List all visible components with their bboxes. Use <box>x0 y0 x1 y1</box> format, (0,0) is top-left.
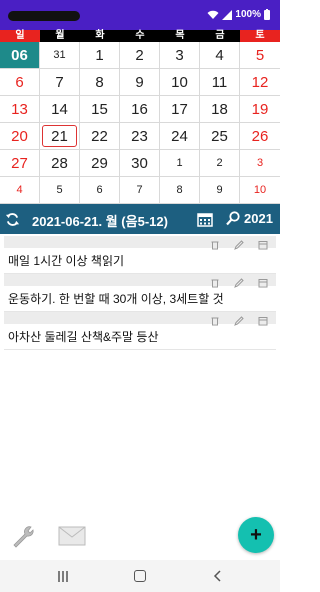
list-item[interactable]: 아차산 둘레길 산책&주말 등산 <box>4 312 276 350</box>
trash-icon[interactable] <box>210 237 220 250</box>
list-item[interactable]: 운동하기. 한 번할 때 30개 이상, 3세트할 것 <box>4 274 276 312</box>
calendar-day[interactable]: 1 <box>80 42 120 69</box>
pencil-icon[interactable] <box>234 313 244 326</box>
calendar-icon[interactable] <box>197 212 213 227</box>
status-redacted-area <box>8 11 80 21</box>
calendar-day[interactable]: 11 <box>200 69 240 96</box>
calendar-day[interactable]: 22 <box>80 123 120 150</box>
status-icons: 100% <box>207 9 270 20</box>
pencil-icon[interactable] <box>234 237 244 250</box>
calendar-day[interactable]: 10 <box>240 177 280 204</box>
calendar-day[interactable]: 30 <box>120 150 160 177</box>
battery-percent: 100% <box>235 9 261 20</box>
calendar-day[interactable]: 15 <box>80 96 120 123</box>
calendar-day[interactable]: 14 <box>40 96 80 123</box>
calendar-day[interactable]: 16 <box>120 96 160 123</box>
calendar-small-icon[interactable] <box>258 237 268 250</box>
battery-icon <box>264 9 270 20</box>
calendar-day[interactable]: 7 <box>40 69 80 96</box>
note-toolbar <box>4 312 276 326</box>
calendar-day[interactable]: 13 <box>0 96 40 123</box>
calendar-day[interactable]: 9 <box>120 69 160 96</box>
year-label[interactable]: 2021 <box>244 211 273 226</box>
calendar-small-icon[interactable] <box>258 313 268 326</box>
month-label[interactable]: 06 <box>0 42 40 69</box>
selected-date-title[interactable]: 2021-06-21. 월 (음5-12) <box>32 211 168 230</box>
calendar-day[interactable]: 29 <box>80 150 120 177</box>
system-nav-bar <box>0 560 280 592</box>
calendar-day[interactable]: 4 <box>0 177 40 204</box>
notes-list: 매일 1시간 이상 책읽기 운동하기. 한 번할 때 30개 이상, 3세트할 … <box>0 236 280 350</box>
weekday-tue: 화 <box>95 30 105 41</box>
pencil-icon[interactable] <box>234 275 244 288</box>
status-bar: 100% <box>0 0 280 30</box>
calendar-day[interactable]: 7 <box>120 177 160 204</box>
calendar-day[interactable]: 19 <box>240 96 280 123</box>
calendar-day[interactable]: 24 <box>160 123 200 150</box>
calendar-day[interactable]: 10 <box>160 69 200 96</box>
trash-icon[interactable] <box>210 313 220 326</box>
calendar-day[interactable]: 17 <box>160 96 200 123</box>
calendar-day[interactable]: 25 <box>200 123 240 150</box>
calendar-day[interactable]: 2 <box>200 150 240 177</box>
calendar-day[interactable]: 12 <box>240 69 280 96</box>
wifi-icon <box>207 10 219 19</box>
note-text[interactable]: 운동하기. 한 번할 때 30개 이상, 3세트할 것 <box>4 286 276 312</box>
note-text[interactable]: 아차산 둘레길 산책&주말 등산 <box>4 324 276 350</box>
weekday-wed: 수 <box>135 30 145 41</box>
calendar-day[interactable]: 23 <box>120 123 160 150</box>
weekday-sun: 일 <box>0 30 40 42</box>
weekday-mon: 월 <box>55 30 65 41</box>
calendar-day[interactable]: 9 <box>200 177 240 204</box>
date-bar: 2021-06-21. 월 (음5-12) 2021 <box>0 204 280 234</box>
calendar-day[interactable]: 3 <box>160 42 200 69</box>
calendar-small-icon[interactable] <box>258 275 268 288</box>
calendar-day[interactable]: 28 <box>40 150 80 177</box>
calendar-day[interactable]: 18 <box>200 96 240 123</box>
back-icon[interactable] <box>213 570 221 582</box>
calendar-day-today[interactable]: 21 <box>40 123 80 150</box>
calendar-grid: 06 31 1 2 3 4 5 6 7 8 9 10 11 12 13 14 1… <box>0 42 280 204</box>
weekday-thu: 목 <box>175 30 185 41</box>
refresh-icon[interactable] <box>5 212 20 227</box>
calendar-day[interactable]: 27 <box>0 150 40 177</box>
trash-icon[interactable] <box>210 275 220 288</box>
weekday-sat: 토 <box>240 30 280 42</box>
calendar-day[interactable]: 6 <box>80 177 120 204</box>
note-text[interactable]: 매일 1시간 이상 책읽기 <box>4 248 276 274</box>
calendar-day[interactable]: 8 <box>80 69 120 96</box>
mail-icon[interactable] <box>58 526 86 546</box>
calendar-day[interactable]: 31 <box>40 42 80 69</box>
note-toolbar <box>4 236 276 250</box>
calendar-day[interactable]: 6 <box>0 69 40 96</box>
calendar-day[interactable]: 5 <box>240 42 280 69</box>
calendar-day[interactable]: 8 <box>160 177 200 204</box>
add-button[interactable]: + <box>238 517 274 553</box>
wrench-icon[interactable] <box>10 524 36 548</box>
recent-apps-icon[interactable] <box>58 571 68 582</box>
calendar-day[interactable]: 3 <box>240 150 280 177</box>
weekday-fri: 금 <box>215 30 225 41</box>
calendar-day[interactable]: 4 <box>200 42 240 69</box>
home-icon[interactable] <box>134 570 146 582</box>
signal-icon <box>222 9 233 20</box>
calendar-day[interactable]: 20 <box>0 123 40 150</box>
calendar-day[interactable]: 5 <box>40 177 80 204</box>
calendar-day[interactable]: 26 <box>240 123 280 150</box>
calendar-day[interactable]: 1 <box>160 150 200 177</box>
weekday-header: 일 월 화 수 목 금 토 <box>0 30 280 42</box>
search-icon[interactable] <box>226 211 240 226</box>
list-item[interactable]: 매일 1시간 이상 책읽기 <box>4 236 276 274</box>
calendar-day[interactable]: 2 <box>120 42 160 69</box>
note-toolbar <box>4 274 276 288</box>
